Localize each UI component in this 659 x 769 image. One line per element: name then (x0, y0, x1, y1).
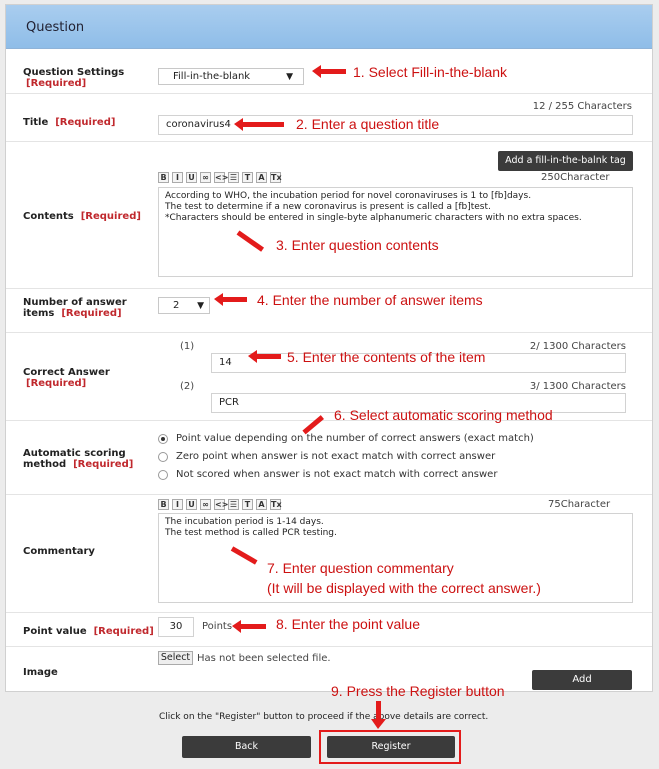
annotation-1: 1. Select Fill-in-the-blank (353, 64, 508, 80)
text-size-button[interactable]: T (242, 499, 253, 510)
point-value-input[interactable]: 30 (158, 617, 194, 637)
answer-items-select[interactable]: 2 ▼ (158, 297, 210, 314)
contents-row: Contents [Required] Add a fill-in-the-ba… (6, 142, 652, 289)
italic-button[interactable]: I (172, 172, 183, 183)
contents-label: Contents [Required] (23, 211, 141, 222)
image-status: Has not been selected file. (197, 653, 331, 664)
scoring-option-label: Not scored when answer is not exact matc… (176, 469, 498, 480)
add-image-button[interactable]: Add (532, 670, 632, 690)
annotation-9: 9. Press the Register button (331, 683, 505, 699)
annotation-7-line2: (It will be displayed with the correct a… (267, 580, 541, 596)
point-value-label: Point value [Required] (23, 626, 154, 637)
question-settings-label: Question Settings [Required] (23, 67, 125, 89)
source-button[interactable]: <> (214, 499, 228, 510)
answer-items-label: Number of answer items [Required] (23, 297, 127, 319)
underline-button[interactable]: U (186, 172, 197, 183)
answer-index-1: (1) (180, 341, 195, 352)
question-type-select[interactable]: Fill-in-the-blank ▼ (158, 68, 304, 85)
footer-note: Click on the "Register" button to procee… (159, 712, 489, 722)
scoring-label: Automatic scoring method [Required] (23, 448, 134, 470)
title-counter: 12 / 255 Characters (532, 101, 632, 112)
annotation-arrow-icon (232, 620, 266, 633)
bold-button[interactable]: B (158, 172, 169, 183)
annotation-arrow-icon (214, 293, 247, 306)
commentary-line: The test method is called PCR testing. (165, 528, 337, 538)
annotation-5: 5. Enter the contents of the item (287, 349, 486, 365)
scoring-option-radio-2[interactable] (158, 470, 168, 480)
commentary-toolbar: B I U ∞ <> ☰ T A Tx (158, 499, 282, 510)
underline-button[interactable]: U (186, 499, 197, 510)
annotation-arrow-icon (234, 118, 284, 131)
annotation-7-line1: 7. Enter question commentary (267, 560, 454, 576)
answer-counter-2: 3/ 1300 Characters (529, 381, 626, 392)
list-button[interactable]: ☰ (228, 172, 239, 183)
scoring-option-label: Zero point when answer is not exact matc… (176, 451, 496, 462)
annotation-arrow-icon (312, 65, 346, 78)
annotation-4: 4. Enter the number of answer items (257, 292, 483, 308)
add-fill-in-blank-tag-button[interactable]: Add a fill-in-the-balnk tag (498, 151, 633, 171)
down-arrowhead-icon (371, 719, 386, 729)
link-button[interactable]: ∞ (200, 499, 211, 510)
text-color-button[interactable]: A (256, 172, 267, 183)
image-label: Image (23, 667, 58, 678)
point-value-unit: Points (202, 621, 233, 632)
clear-format-button[interactable]: Tx (270, 172, 282, 183)
contents-line: The test to determine if a new coronavir… (165, 202, 491, 212)
text-color-button[interactable]: A (256, 499, 267, 510)
scoring-option-radio-1[interactable] (158, 452, 168, 462)
commentary-line: The incubation period is 1-14 days. (165, 517, 324, 527)
list-button[interactable]: ☰ (228, 499, 239, 510)
title-label: Title [Required] (23, 117, 116, 128)
scoring-option-radio-0[interactable] (158, 434, 168, 444)
contents-toolbar: B I U ∞ <> ☰ T A Tx (158, 172, 282, 183)
register-button[interactable]: Register (327, 736, 455, 758)
chevron-down-icon: ▼ (197, 301, 204, 311)
select-image-button[interactable]: Select (158, 651, 193, 665)
commentary-counter: 75Character (548, 499, 611, 510)
down-arrow-icon (376, 701, 381, 721)
link-button[interactable]: ∞ (200, 172, 211, 183)
annotation-6: 6. Select automatic scoring method (334, 407, 553, 423)
correct-answer-label: Correct Answer [Required] (23, 367, 110, 389)
annotation-2: 2. Enter a question title (296, 116, 440, 132)
bold-button[interactable]: B (158, 499, 169, 510)
scoring-option-label: Point value depending on the number of c… (176, 433, 534, 444)
italic-button[interactable]: I (172, 499, 183, 510)
form-header: Question (6, 5, 652, 49)
annotation-8: 8. Enter the point value (276, 616, 420, 632)
form-title: Question (26, 20, 85, 35)
text-size-button[interactable]: T (242, 172, 253, 183)
contents-counter: 250Character (541, 172, 610, 183)
contents-line: *Characters should be entered in single-… (165, 213, 582, 223)
contents-line: According to WHO, the incubation period … (165, 191, 532, 201)
annotation-3: 3. Enter question contents (276, 237, 439, 253)
answer-counter-1: 2/ 1300 Characters (529, 341, 626, 352)
correct-answer-row: Correct Answer [Required] (1) 2/ 1300 Ch… (6, 333, 652, 421)
scoring-row: Automatic scoring method [Required] Poin… (6, 421, 652, 495)
source-button[interactable]: <> (214, 172, 228, 183)
commentary-label: Commentary (23, 546, 95, 557)
image-row: Image Select Has not been selected file.… (6, 647, 652, 691)
back-button[interactable]: Back (182, 736, 311, 758)
annotation-arrow-icon (248, 350, 281, 363)
chevron-down-icon: ▼ (286, 72, 293, 82)
contents-editor[interactable]: According to WHO, the incubation period … (158, 187, 633, 277)
clear-format-button[interactable]: Tx (270, 499, 282, 510)
answer-index-2: (2) (180, 381, 195, 392)
